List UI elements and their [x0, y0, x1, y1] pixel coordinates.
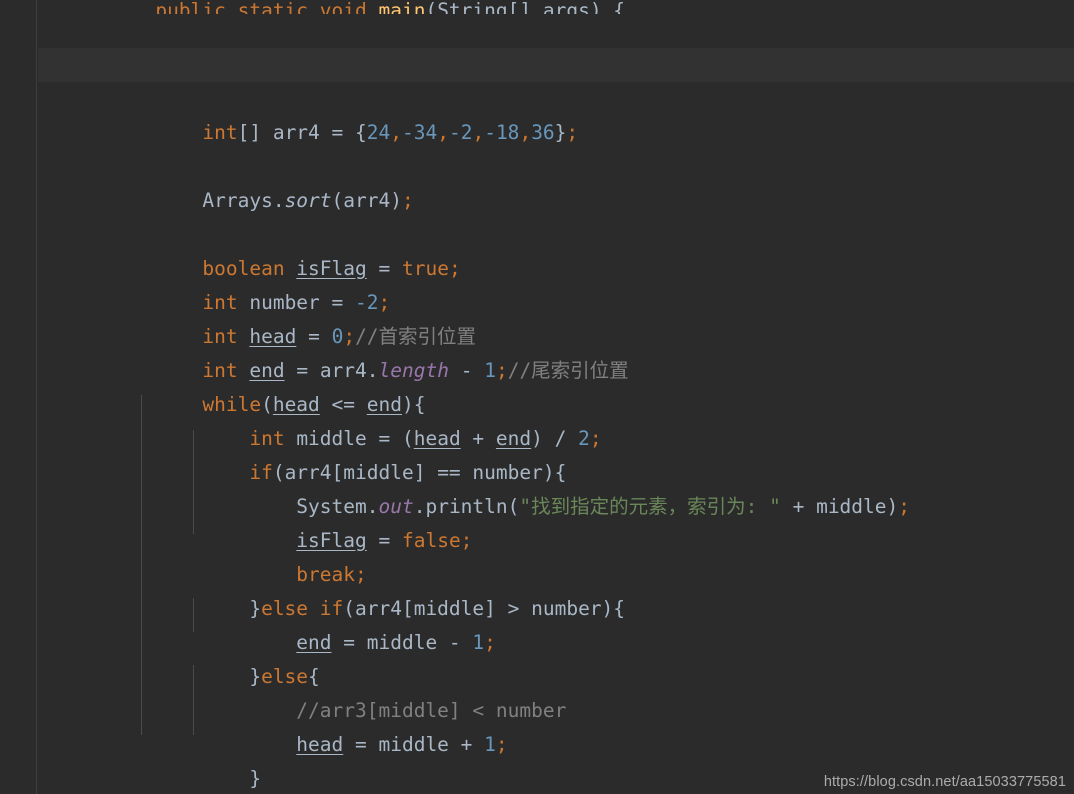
code-line[interactable]: } [38, 728, 1074, 790]
code-line[interactable]: public static void main(String[] args) { [38, 0, 1074, 14]
code-line[interactable]: int middle = (head + end) / 2; [38, 388, 1074, 450]
code-line-text: public static void main(String[] args) { [108, 0, 626, 14]
code-line[interactable] [38, 116, 1074, 150]
code-line[interactable]: while(head <= end){ [38, 354, 1074, 416]
code-line[interactable]: //arr3[middle] < number [38, 660, 1074, 722]
code-line[interactable]: head = middle + 1; [38, 694, 1074, 756]
code-line[interactable]: int number = -2; [38, 252, 1074, 314]
code-line-current[interactable] [38, 48, 1074, 82]
editor-gutter[interactable] [0, 0, 37, 794]
code-editor[interactable]: public static void main(String[] args) {… [0, 0, 1074, 794]
code-line[interactable]: break; [38, 524, 1074, 586]
code-line[interactable]: int end = arr4.length - 1;//尾索引位置 [38, 320, 1074, 382]
code-line[interactable]: isFlag = false; [38, 490, 1074, 552]
code-line[interactable]: System.out.println("找到指定的元素，索引为: " + mid… [38, 456, 1074, 518]
code-line[interactable]: }else if(arr4[middle] > number){ [38, 558, 1074, 620]
code-line[interactable]: boolean isFlag = true; [38, 218, 1074, 280]
code-line[interactable]: Arrays.sort(arr4); [38, 150, 1074, 212]
code-line[interactable]: }else{ [38, 626, 1074, 688]
code-line[interactable]: if(arr4[middle] == number){ [38, 422, 1074, 484]
code-line[interactable]: int head = 0;//首索引位置 [38, 286, 1074, 348]
code-line[interactable] [38, 184, 1074, 218]
watermark-url: https://blog.csdn.net/aa15033775581 [823, 774, 1066, 790]
code-line[interactable]: end = middle - 1; [38, 592, 1074, 654]
code-line[interactable]: int[] arr3 = new int[]{-99,-54,-2,0,2,33… [38, 14, 1074, 76]
code-line[interactable]: int[] arr4 = {24,-34,-2,-18,36}; [38, 82, 1074, 144]
code-text-area[interactable]: public static void main(String[] args) {… [38, 0, 1074, 794]
